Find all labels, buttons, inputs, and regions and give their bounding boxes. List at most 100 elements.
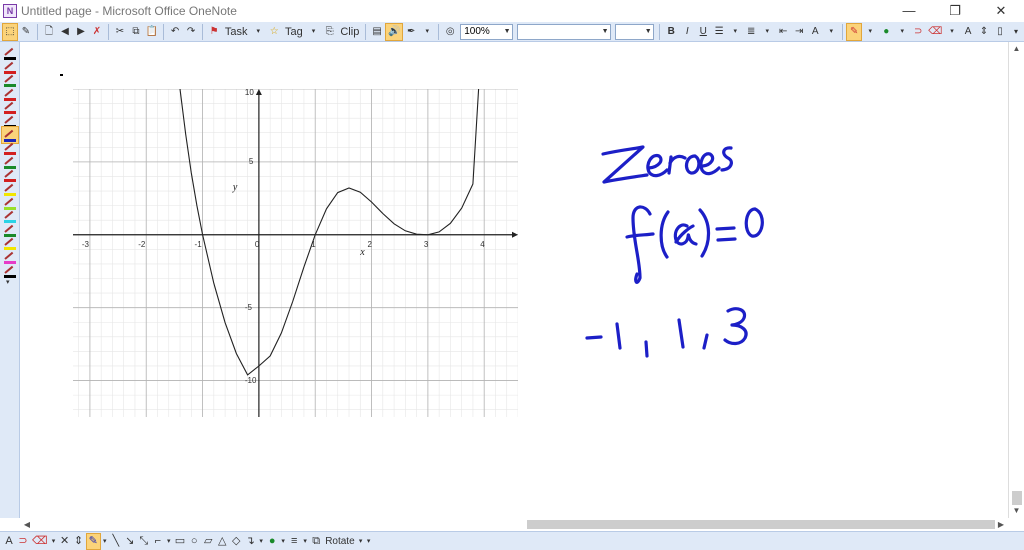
line-icon[interactable]: ╲ <box>109 533 123 550</box>
eraser-icon[interactable]: ⌫ <box>926 23 944 41</box>
connector-dropdown-icon[interactable]: ▾ <box>257 533 265 550</box>
full-page-icon[interactable]: ▤ <box>369 23 385 41</box>
parallelogram-icon[interactable]: ▱ <box>201 533 215 550</box>
diamond-icon[interactable]: ◇ <box>229 533 243 550</box>
pen-icon <box>4 129 14 138</box>
underline-button[interactable]: U <box>695 23 711 41</box>
clip-button[interactable]: Clip <box>338 23 363 41</box>
pen-color-icon[interactable]: ✎ <box>846 22 863 41</box>
delete-icon[interactable]: ✗ <box>89 23 105 41</box>
pen-color-dropdown-icon[interactable]: ▾ <box>862 23 878 41</box>
note-canvas[interactable]: -3 -2 -1 0 1 2 3 4 10 5 -5 -10 x y Zeroes f(x) = 0 -1, … <box>21 42 1008 518</box>
axis-icon[interactable]: ⌐ <box>151 533 165 550</box>
pen-icon[interactable]: ✎ <box>85 532 101 550</box>
rotate-dropdown-icon[interactable]: ▾ <box>357 533 365 550</box>
highlighter-icon[interactable]: ● <box>878 23 894 41</box>
font-dropdown-icon[interactable]: ▼ <box>600 25 610 39</box>
task-dropdown-icon[interactable]: ▾ <box>250 23 266 41</box>
horizontal-scrollbar[interactable]: ◀ ▶ <box>0 518 1024 531</box>
vertical-scroll-thumb[interactable] <box>1012 491 1022 505</box>
rotate-button[interactable]: Rotate <box>323 533 356 550</box>
ink-to-text-icon[interactable]: A <box>2 533 16 550</box>
scroll-right-icon[interactable]: ▶ <box>994 518 1008 531</box>
flag-icon[interactable]: ⚑ <box>206 23 222 41</box>
back-icon[interactable]: ◀ <box>57 23 73 41</box>
triangle-icon[interactable]: △ <box>215 533 229 550</box>
italic-button[interactable]: I <box>679 23 695 41</box>
connector-icon[interactable]: ↴ <box>243 533 257 550</box>
axis-dropdown-icon[interactable]: ▾ <box>165 533 173 550</box>
tag-button[interactable]: Tag <box>282 23 305 41</box>
toolbar-separator <box>107 23 109 40</box>
horizontal-scroll-thumb[interactable] <box>527 520 995 529</box>
increase-indent-icon[interactable]: ⇥ <box>791 23 807 41</box>
double-arrow-icon[interactable]: ⤡ <box>137 533 151 550</box>
zoom-dropdown-icon[interactable]: ▼ <box>502 25 512 39</box>
eraser-dropdown-icon[interactable]: ▾ <box>944 23 960 41</box>
scroll-down-icon[interactable]: ▼ <box>1009 504 1024 518</box>
help-icon[interactable]: ◎ <box>442 23 458 41</box>
font-color-icon[interactable]: A <box>807 23 823 41</box>
scroll-up-icon[interactable]: ▲ <box>1009 42 1024 56</box>
font-select[interactable]: ▼ <box>517 23 612 40</box>
lasso-icon[interactable]: ⊃ <box>16 533 30 550</box>
line-weight-icon[interactable]: ≡ <box>287 533 301 550</box>
bullets-dropdown-icon[interactable]: ▾ <box>727 23 743 41</box>
ink-equation-text: f(x) = 0 <box>627 199 659 210</box>
undo-icon[interactable]: ↶ <box>167 23 183 41</box>
highlighter-dropdown-icon[interactable]: ▾ <box>894 23 910 41</box>
numbering-icon[interactable]: ≣ <box>743 23 759 41</box>
line-weight-dropdown-icon[interactable]: ▾ <box>301 533 309 550</box>
redo-icon[interactable]: ↷ <box>183 23 199 41</box>
task-button[interactable]: Task <box>222 23 250 41</box>
forward-icon[interactable]: ▶ <box>73 23 89 41</box>
pen-mode-icon[interactable]: ✎ <box>18 23 34 41</box>
selection-mode-icon[interactable]: ⬚ <box>2 22 18 41</box>
font-color-dropdown-icon[interactable]: ▾ <box>823 23 839 41</box>
lasso-icon[interactable]: ⊃ <box>910 23 926 41</box>
restore-button[interactable]: ❐ <box>932 0 978 22</box>
ink-three <box>723 307 748 346</box>
circle-icon[interactable]: ○ <box>187 533 201 550</box>
new-page-icon[interactable]: 🗋 <box>41 23 57 41</box>
decrease-indent-icon[interactable]: ⇤ <box>775 23 791 41</box>
arrange-icon[interactable]: ⧉ <box>309 533 323 550</box>
font-size-dropdown-icon[interactable]: ▼ <box>643 25 653 39</box>
minimize-button[interactable]: — <box>886 0 932 22</box>
shape-color-icon[interactable]: ● <box>265 533 279 550</box>
pen-style-icon[interactable]: ✒ <box>403 23 419 41</box>
font-size-select[interactable]: ▼ <box>615 23 655 40</box>
toolbar-options-icon[interactable]: ▾ <box>365 533 373 550</box>
delete-drawing-icon[interactable]: ✕ <box>58 533 72 550</box>
scroll-left-icon[interactable]: ◀ <box>20 518 34 531</box>
tag-dropdown-icon[interactable]: ▾ <box>306 23 322 41</box>
zoom-select[interactable]: 100% ▼ <box>460 23 514 40</box>
rectangle-icon[interactable]: ▭ <box>173 533 187 550</box>
star-icon[interactable]: ☆ <box>266 23 282 41</box>
cut-icon[interactable]: ✂ <box>112 23 128 41</box>
eraser-dropdown-icon[interactable]: ▾ <box>50 533 58 550</box>
more-pens-icon[interactable]: ▾ <box>6 278 10 286</box>
bold-button[interactable]: B <box>663 23 679 41</box>
toolbar-options-icon[interactable]: ▾ <box>1008 23 1024 41</box>
shape-color-dropdown-icon[interactable]: ▾ <box>279 533 287 550</box>
standard-toolbar: ⬚ ✎ 🗋 ◀ ▶ ✗ ✂ ⧉ 📋 ↶ ↷ ⚑ Task ▾ ☆ Tag ▾ ⎘… <box>0 22 1024 42</box>
clip-icon[interactable]: ⎘ <box>322 23 338 41</box>
pen-dropdown-icon[interactable]: ▾ <box>101 533 109 550</box>
insert-space-icon[interactable]: ⇕ <box>72 533 86 550</box>
arrow-icon[interactable]: ↘ <box>123 533 137 550</box>
audio-icon[interactable]: 🔊 <box>385 22 404 41</box>
close-button[interactable]: ✕ <box>978 0 1024 22</box>
eraser-icon[interactable]: ⌫ <box>30 533 50 550</box>
copy-icon[interactable]: ⧉ <box>128 23 144 41</box>
paste-icon[interactable]: 📋 <box>144 23 160 41</box>
pen-icon <box>4 183 14 192</box>
page-icon[interactable]: ▯ <box>992 23 1008 41</box>
pen-17[interactable] <box>2 263 18 279</box>
vertical-scrollbar[interactable]: ▲ ▼ <box>1008 42 1024 520</box>
numbering-dropdown-icon[interactable]: ▾ <box>759 23 775 41</box>
insert-space-icon[interactable]: ⇕ <box>976 23 992 41</box>
bullets-icon[interactable]: ☰ <box>711 23 727 41</box>
ink-to-text-icon[interactable]: A <box>960 23 976 41</box>
pen-style-dropdown-icon[interactable]: ▾ <box>419 23 435 41</box>
